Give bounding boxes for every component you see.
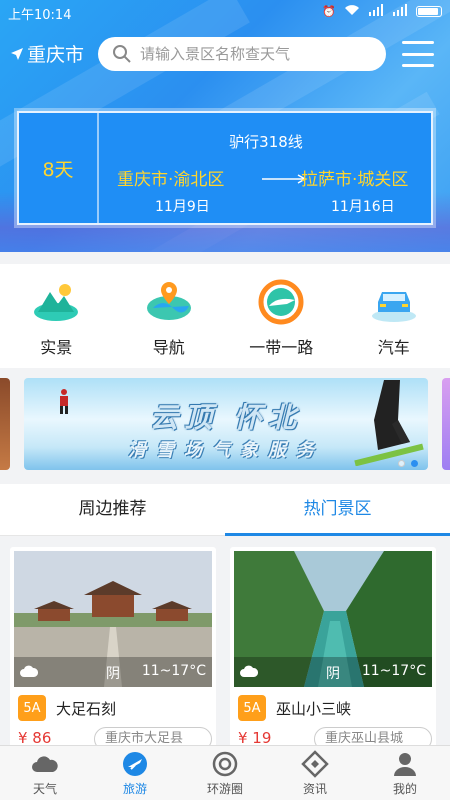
alarm-icon: ⏰ (322, 5, 336, 18)
scenic-photo: 阴 11~17°C (234, 551, 432, 687)
banner-prev-peek (0, 378, 10, 470)
route-mode: 驴行318线 (229, 133, 303, 151)
signal-icon-2 (392, 4, 408, 19)
grade-badge: 5A (238, 695, 266, 721)
ski-boot-icon (354, 380, 424, 466)
carousel-dot[interactable] (398, 460, 405, 467)
nav-label: 环游圈 (206, 782, 243, 796)
nav-circle[interactable]: 环游圈 (180, 746, 270, 800)
scenic-card[interactable]: 阴 11~17°C 5A 大足石刻 ¥ 86 重庆市大足县 (10, 547, 216, 753)
scenic-name: 巫山小三峡 (276, 700, 352, 718)
bottom-nav: 天气 旅游 环游圈 资讯 我的 (0, 745, 450, 800)
menu-line (402, 52, 434, 56)
scenic-name: 大足石刻 (56, 700, 117, 718)
weather-condition: 阴 (106, 666, 120, 682)
nav-profile[interactable]: 我的 (360, 746, 450, 800)
search-icon (113, 45, 131, 63)
status-time: 上午10:14 (8, 8, 72, 23)
route-to-date: 11月16日 (331, 199, 395, 215)
route-to: 拉萨市·城关区 (301, 170, 409, 190)
battery-icon (416, 6, 442, 17)
status-bar: 上午10:14 ⏰ (0, 0, 450, 24)
weather-condition: 阴 (326, 666, 340, 682)
route-card[interactable]: 8天 驴行318线 重庆市·渝北区 拉萨市·城关区 11月9日 11月16日 (14, 108, 436, 228)
nav-weather[interactable]: 天气 (0, 746, 90, 800)
top-bar: 重庆市 (0, 34, 450, 74)
menu-line (402, 41, 434, 44)
search-input[interactable] (140, 45, 360, 63)
navigation-pin-icon (146, 282, 191, 320)
scenic-card[interactable]: 阴 11~17°C 5A 巫山小三峡 ¥ 19 重庆巫山县城 (230, 547, 436, 753)
hero-header: 上午10:14 ⏰ 重庆市 请输入景区名称查天气 8天 驴行318线 重庆市·渝… (0, 0, 450, 252)
feature-label: 汽车 (377, 338, 410, 357)
location-arrow-icon (11, 47, 23, 60)
scenic-photo: 阴 11~17°C (14, 551, 212, 687)
route-arrow-icon (262, 174, 306, 184)
route-days: 8天 (19, 113, 99, 223)
signal-icon (368, 4, 384, 19)
status-icons: ⏰ (322, 4, 442, 19)
nav-label: 天气 (32, 782, 57, 796)
circle-tour-icon (212, 751, 238, 777)
search-box[interactable] (98, 37, 386, 71)
weather-cloud-icon (32, 756, 58, 772)
wifi-icon (344, 4, 360, 19)
tab-hot-scenic[interactable]: 热门景区 (225, 484, 450, 536)
city-selector[interactable]: 重庆市 (10, 40, 84, 67)
feature-label: 实景 (40, 338, 73, 357)
menu-icon[interactable] (402, 41, 434, 67)
weather-temperature: 11~17°C (141, 663, 206, 679)
tab-bar: 周边推荐 热门景区 (0, 484, 450, 536)
feature-scenery[interactable]: 实景 (0, 264, 113, 368)
menu-line (402, 64, 434, 67)
feature-navigation[interactable]: 导航 (113, 264, 226, 368)
city-name: 重庆市 (27, 44, 85, 66)
nav-label: 我的 (392, 782, 417, 796)
nav-travel[interactable]: 旅游 (90, 746, 180, 800)
app-screen: 上午10:14 ⏰ 重庆市 请输入景区名称查天气 8天 驴行318线 重庆市·渝… (0, 0, 450, 800)
nav-news[interactable]: 资讯 (270, 746, 360, 800)
belt-road-icon (258, 279, 304, 325)
feature-car[interactable]: 汽车 (338, 264, 450, 368)
cloud-icon (240, 665, 258, 677)
nav-label: 旅游 (122, 782, 147, 796)
scenic-list: 阴 11~17°C 5A 大足石刻 ¥ 86 重庆市大足县 阴 11~17°C … (0, 537, 450, 753)
route-from: 重庆市·渝北区 (117, 170, 225, 190)
weather-temperature: 11~17°C (361, 663, 426, 679)
feature-label: 一带一路 (249, 338, 314, 357)
grade-badge: 5A (18, 695, 46, 721)
travel-plane-icon (123, 752, 147, 776)
feature-belt-road[interactable]: 一带一路 (225, 264, 338, 368)
route-from-date: 11月9日 (155, 199, 210, 215)
scenic-weather: 阴 11~17°C (14, 657, 212, 687)
scenic-weather: 阴 11~17°C (234, 657, 432, 687)
feature-label: 导航 (152, 338, 185, 357)
car-icon (371, 292, 416, 322)
feature-grid: 实景 导航 一带一路 汽车 (0, 264, 450, 368)
profile-icon (394, 753, 416, 776)
tab-nearby[interactable]: 周边推荐 (0, 484, 225, 535)
news-icon (301, 750, 329, 778)
carousel-dot-active[interactable] (411, 460, 418, 467)
landscape-icon (34, 284, 79, 321)
banner-carousel[interactable]: 云顶 怀北 滑雪场气象服务 (0, 372, 450, 474)
banner-next-peek (442, 378, 450, 470)
nav-label: 资讯 (302, 782, 327, 796)
banner-slide[interactable]: 云顶 怀北 滑雪场气象服务 (24, 378, 428, 470)
cloud-icon (20, 665, 38, 677)
carousel-dots (398, 460, 418, 467)
